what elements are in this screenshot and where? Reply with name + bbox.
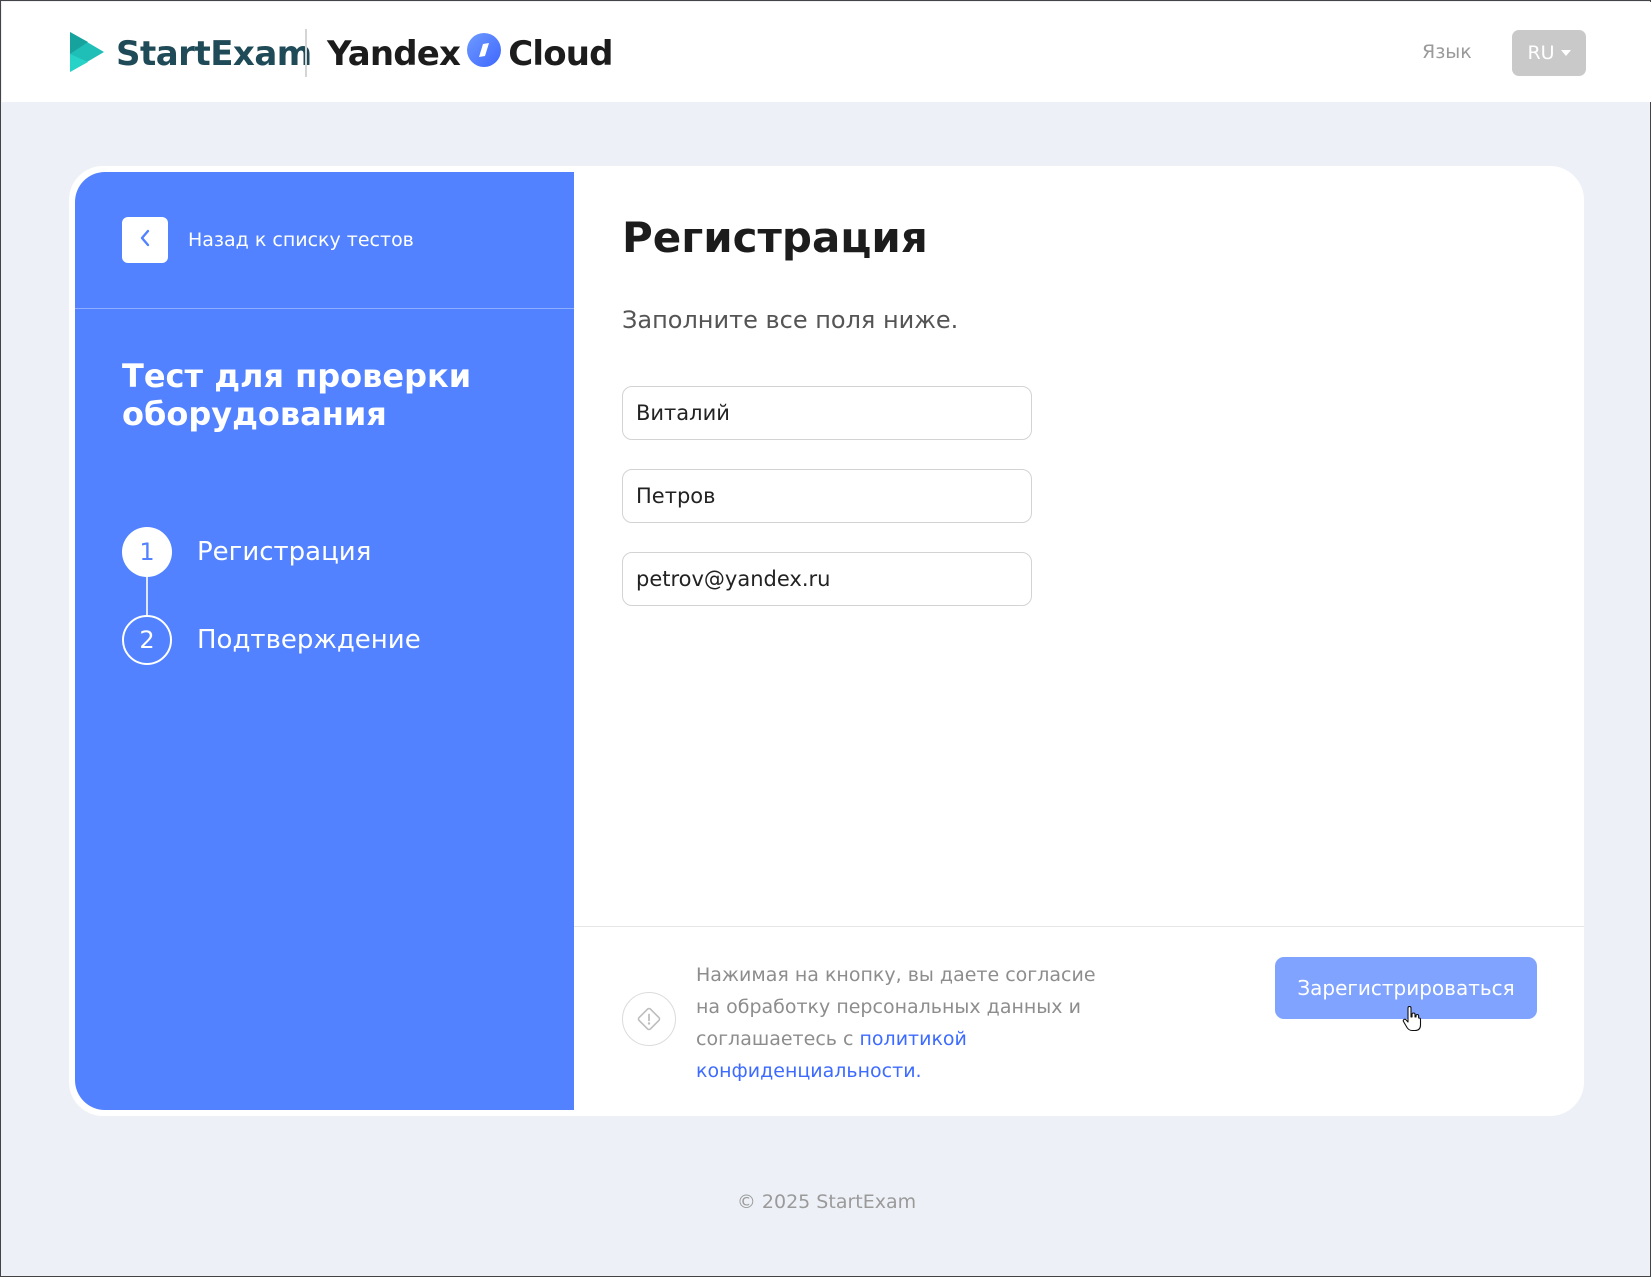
test-sidebar: Назад к списку тестов Тест для проверки … xyxy=(75,172,574,1110)
logo-divider xyxy=(305,29,307,77)
yandex-cloud-logo[interactable]: Yandex Cloud xyxy=(327,32,613,76)
consent-text: Нажимая на кнопку, вы даете согласие на … xyxy=(696,959,1116,1087)
step-label: Подтверждение xyxy=(197,625,421,655)
consent-end: . xyxy=(915,1060,922,1082)
registration-card: Назад к списку тестов Тест для проверки … xyxy=(69,166,1584,1116)
first-name-field[interactable] xyxy=(622,386,1032,440)
startexam-logo[interactable]: StartExam xyxy=(68,32,312,76)
back-button[interactable] xyxy=(122,217,168,263)
startexam-logo-icon xyxy=(68,32,106,76)
chevron-down-icon xyxy=(1560,50,1571,56)
step-connector xyxy=(146,577,148,615)
step-confirmation: 2 Подтверждение xyxy=(122,615,421,703)
info-diamond-icon xyxy=(622,992,676,1046)
yandex-cloud-logo-icon xyxy=(466,32,502,77)
step-label: Регистрация xyxy=(197,537,372,567)
partner-suffix: Cloud xyxy=(508,34,613,74)
page-subtitle: Заполните все поля ниже. xyxy=(622,306,959,334)
footer-divider xyxy=(574,926,1584,927)
language-label: Язык xyxy=(1422,41,1472,63)
brand-name: StartExam xyxy=(116,34,312,74)
page-title: Регистрация xyxy=(622,213,928,262)
top-header: StartExam Yandex Cloud Язык RU xyxy=(2,2,1651,102)
chevron-left-icon xyxy=(138,228,152,252)
language-select[interactable]: RU xyxy=(1512,30,1586,76)
language-value: RU xyxy=(1527,42,1555,64)
test-title: Тест для проверки оборудования xyxy=(122,357,472,433)
app-window: StartExam Yandex Cloud Язык RU Назад к с… xyxy=(0,0,1651,1277)
back-to-tests-link[interactable]: Назад к списку тестов xyxy=(122,217,414,263)
step-list: 1 Регистрация 2 Подтверждение xyxy=(122,527,421,703)
sidebar-divider xyxy=(75,308,574,309)
email-field[interactable] xyxy=(622,552,1032,606)
copyright: © 2025 StartExam xyxy=(736,1191,917,1213)
partner-name: Yandex xyxy=(327,34,461,74)
hand-pointer-icon xyxy=(1402,1005,1422,1032)
step-number: 1 xyxy=(122,527,172,577)
last-name-field[interactable] xyxy=(622,469,1032,523)
back-label[interactable]: Назад к списку тестов xyxy=(188,229,414,251)
step-number: 2 xyxy=(122,615,172,665)
step-registration: 1 Регистрация xyxy=(122,527,421,615)
